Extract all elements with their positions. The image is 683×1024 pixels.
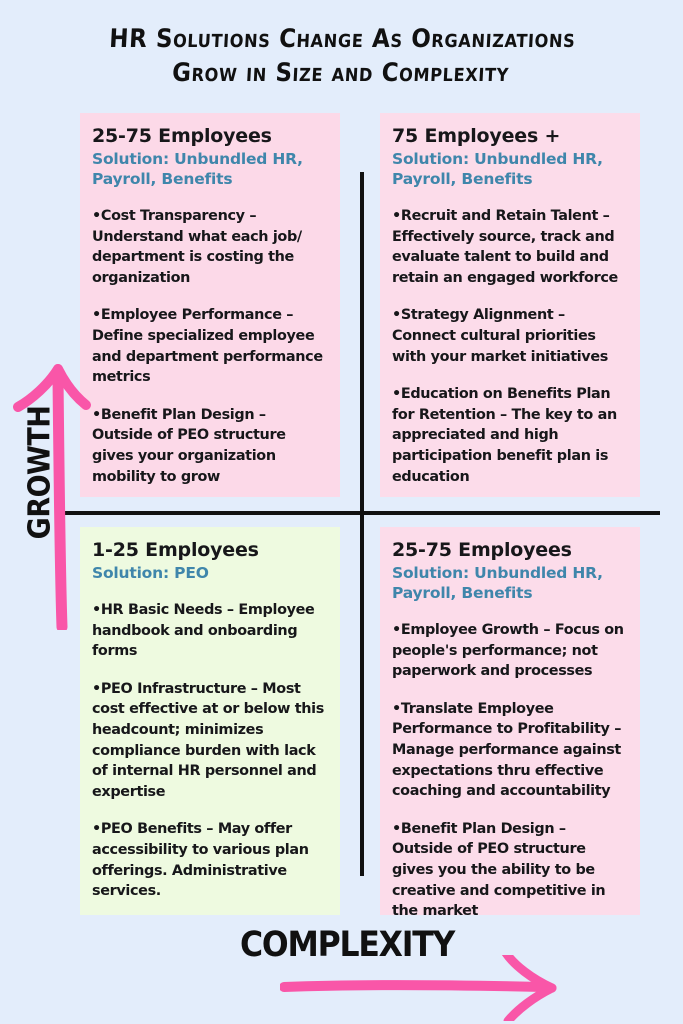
- quadrant-heading-bottom-right: 25-75 Employees: [392, 539, 572, 561]
- quadrant-solution-top-right: Solution: Unbundled HR, Payroll, Benefit…: [392, 150, 603, 188]
- quadrant-heading-top-left: 25-75 Employees: [92, 125, 272, 147]
- growth-axis-label: GROWTH: [22, 405, 58, 540]
- page-title-line-1: HR Solutions Change As Organizations: [108, 24, 577, 54]
- hr-solutions-infographic: HR Solutions Change As Organizations Gro…: [0, 0, 683, 1024]
- vertical-divider-line: [360, 172, 364, 876]
- list-item: Recruit and Retain Talent – Effectively …: [392, 206, 626, 288]
- quadrant-bullets-bottom-right: Employee Growth – Focus on people's perf…: [392, 620, 626, 922]
- quadrant-solution-top-left: Solution: Unbundled HR, Payroll, Benefit…: [92, 150, 303, 188]
- page-title-line-2: Grow in Size and Complexity: [171, 58, 510, 88]
- page-title: HR Solutions Change As Organizations Gro…: [0, 22, 683, 90]
- list-item: Employee Performance – Define specialize…: [92, 305, 326, 387]
- quadrant-card-bottom-left: 1-25 Employees Solution: PEO HR Basic Ne…: [80, 527, 340, 915]
- quadrant-solution-bottom-left: Solution: PEO: [92, 564, 209, 582]
- list-item: Employee Growth – Focus on people's perf…: [392, 620, 626, 682]
- list-item: Benefit Plan Design – Outside of PEO str…: [92, 405, 326, 487]
- quadrant-card-top-right: 75 Employees + Solution: Unbundled HR, P…: [380, 113, 640, 497]
- list-item: Strategy Alignment – Connect cultural pr…: [392, 305, 626, 367]
- quadrant-heading-bottom-left: 1-25 Employees: [92, 539, 259, 561]
- list-item: PEO Benefits – May offer accessibility t…: [92, 819, 326, 901]
- list-item: Benefit Plan Design – Outside of PEO str…: [392, 819, 626, 922]
- quadrant-card-bottom-right: 25-75 Employees Solution: Unbundled HR, …: [380, 527, 640, 919]
- quadrant-bullets-bottom-left: HR Basic Needs – Employee handbook and o…: [92, 600, 326, 902]
- quadrant-bullets-top-right: Recruit and Retain Talent – Effectively …: [392, 206, 626, 487]
- complexity-arrow-right-icon: [280, 955, 557, 1021]
- quadrant-solution-bottom-right: Solution: Unbundled HR, Payroll, Benefit…: [392, 564, 603, 602]
- list-item: PEO Infrastructure – Most cost effective…: [92, 679, 326, 803]
- list-item: Cost Transparency – Understand what each…: [92, 206, 326, 288]
- quadrant-bullets-top-left: Cost Transparency – Understand what each…: [92, 206, 326, 487]
- complexity-axis: COMPLEXITY: [200, 925, 600, 1021]
- horizontal-divider-line: [58, 511, 660, 515]
- quadrant-card-top-left: 25-75 Employees Solution: Unbundled HR, …: [80, 113, 340, 497]
- list-item: Translate Employee Performance to Profit…: [392, 699, 626, 802]
- growth-axis: GROWTH: [0, 355, 92, 630]
- list-item: HR Basic Needs – Employee handbook and o…: [92, 600, 326, 662]
- quadrant-heading-top-right: 75 Employees +: [392, 125, 561, 147]
- list-item: Education on Benefits Plan for Retention…: [392, 384, 626, 487]
